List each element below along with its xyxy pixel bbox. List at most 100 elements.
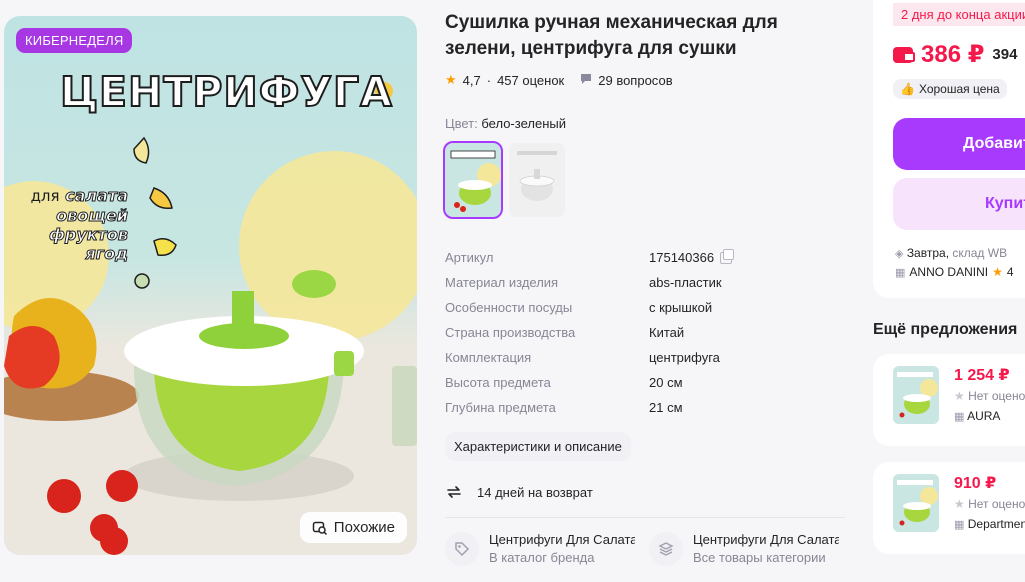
image-sub-line: овощей [56,206,129,226]
brand-links: Центрифуги Для Салата В каталог бренда Ц… [445,532,845,566]
color-variant-thumb-selected[interactable] [443,141,503,219]
divider [445,517,845,518]
star-icon: ★ [992,265,1003,279]
offer-seller: ▦ Department [954,517,1025,531]
good-price-label: Хорошая цена [918,82,1000,96]
color-value: бело-зеленый [481,116,566,131]
offer-rating-text: Нет оценок [968,389,1025,403]
product-page: КИБЕРНЕДЕЛЯ ЦЕНТРИФУГА для салата овощей… [0,0,1025,582]
shop-icon: ▦ [954,411,965,423]
spec-value: abs-пластик [649,275,722,290]
delivery-day: Завтра, [906,246,950,260]
spec-value: 20 см [649,375,683,390]
promo-timer: 2 дня до конца акции [893,3,1025,26]
good-price-badge: 👍 Хорошая цена [893,79,1007,99]
spec-value: 175140366 [649,248,735,265]
characteristics-button[interactable]: Характеристики и описание [445,432,631,461]
offer-rating-text: Нет оценок [968,497,1025,511]
image-sub-prefix: для [30,187,60,205]
brand-catalog-link[interactable]: Центрифуги Для Салата В каталог бренда [445,532,635,566]
old-price: 394 [992,46,1018,63]
tag-icon [445,532,479,566]
category-link-title: Центрифуги Для Салата [693,532,839,547]
spec-key: Артикул [445,250,494,265]
questions-count[interactable]: 29 вопросов [598,73,672,88]
buy-box: 2 дня до конца акции 386 ₽ 394 👍 Хорошая… [873,0,1025,298]
seller-info[interactable]: ▦ ANNO DANINI ★ 4 [895,265,1014,279]
spec-key: Комплектация [445,350,532,365]
category-link[interactable]: Центрифуги Для Салата Все товары категор… [649,532,839,566]
seller-name[interactable]: ANNO DANINI [909,265,988,279]
spec-key: Особенности посуды [445,300,573,315]
brand-link-title: Центрифуги Для Салата [489,532,635,547]
color-variant-thumb[interactable] [509,143,565,217]
product-image[interactable]: КИБЕРНЕДЕЛЯ ЦЕНТРИФУГА для салата овощей… [4,16,417,555]
offer-rating: ★ Нет оценок [954,497,1025,511]
current-price: 386 ₽ [921,41,985,68]
spec-row: Глубина предмета 21 см [445,395,845,420]
delivery-where: склад WB [952,246,1008,260]
product-info: Сушилка ручная механическая для зелени, … [443,10,845,566]
star-icon: ★ [954,389,965,403]
spec-value: с крышкой [649,300,713,315]
spec-key: Высота предмета [445,375,551,390]
color-label: Цвет: [445,116,478,131]
spec-row: Страна производства Китай [445,320,845,345]
layers-icon [649,532,683,566]
copy-icon[interactable] [720,248,735,264]
offers-title: Ещё предложения [873,321,1018,338]
shop-icon: ▦ [954,519,965,531]
image-sub-line: фруктов [48,225,128,245]
spec-value: Китай [649,325,685,340]
rating-row: ★ 4,7 · 457 оценок 29 вопросов [445,72,845,88]
offer-rating: ★ Нет оценок [954,389,1025,403]
price-line: 386 ₽ 394 [893,40,1017,69]
spec-value: 21 см [649,400,683,415]
color-line: Цвет: бело-зеленый [445,116,845,131]
offer-image [893,366,939,424]
shop-icon: ▦ [895,266,906,279]
offer-seller-name: Department [967,517,1025,531]
image-sub-line: салата [65,186,129,206]
star-icon: ★ [445,72,457,87]
return-text: 14 дней на возврат [477,484,593,500]
spec-row: Высота предмета 20 см [445,370,845,395]
offer-card[interactable]: 1 254 ₽ ★ Нет оценок ▦ AURA [873,354,1025,446]
rating-value[interactable]: 4,7 [463,73,481,88]
brand-link-sub: В каталог бренда [489,550,595,565]
offer-seller-name: AURA [967,409,1001,423]
similar-label: Похожие [333,519,395,536]
spec-row: Артикул 175140366 [445,245,845,270]
image-subtitle: для салата овощей фруктов ягод [16,186,129,264]
thumbs-up-icon: 👍 [900,82,915,96]
image-sub-line: ягод [85,244,129,264]
specs-list: Артикул 175140366 Материал изделия abs-п… [445,245,845,420]
similar-search-icon [312,521,327,535]
star-icon: ★ [954,497,965,511]
reviews-count[interactable]: 457 оценок [497,73,564,88]
spec-row: Материал изделия abs-пластик [445,270,845,295]
return-arrows-icon [447,486,461,498]
offer-seller: ▦ AURA [954,409,1000,423]
offer-price: 1 254 ₽ [954,367,1010,384]
similar-button[interactable]: Похожие [299,512,407,543]
buy-now-button[interactable]: Купить сейчас [893,178,1025,230]
color-variants [443,141,845,219]
product-title: Сушилка ручная механическая для зелени, … [445,12,778,59]
add-to-cart-button[interactable]: Добавить в корзину [893,118,1025,170]
offer-card[interactable]: 910 ₽ ★ Нет оценок ▦ Department [873,462,1025,554]
offer-image [893,474,939,532]
spec-key: Глубина предмета [445,400,556,415]
promo-badge: КИБЕРНЕДЕЛЯ [16,28,133,53]
spec-value: центрифуга [649,350,720,365]
spec-row: Комплектация центрифуга [445,345,845,370]
spec-row: Особенности посуды с крышкой [445,295,845,320]
category-link-sub: Все товары категории [693,550,826,565]
image-title: ЦЕНТРИФУГА [59,67,393,117]
box-icon: ◈ [895,248,904,260]
wallet-icon [893,46,915,63]
delivery-info: ◈ Завтра, склад WB [895,246,1007,260]
seller-rating: 4 [1006,265,1014,279]
article-number: 175140366 [649,250,715,265]
separator-dot: · [486,72,492,88]
